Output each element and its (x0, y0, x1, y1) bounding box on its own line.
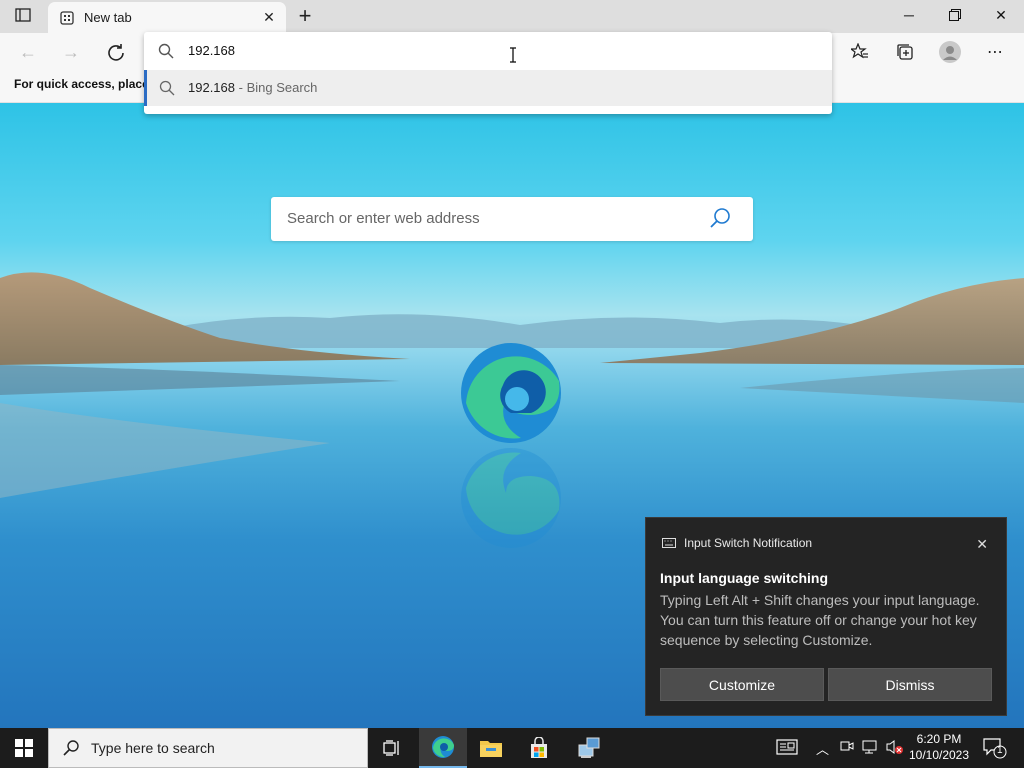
taskbar-search-placeholder: Type here to search (91, 740, 215, 756)
taskbar-file-explorer[interactable] (467, 728, 515, 768)
news-widget-icon (776, 739, 798, 755)
settings-more-button[interactable]: ⋯ (980, 38, 1010, 66)
suggestion-text: 192.168 - Bing Search (188, 80, 317, 95)
notification-app-name: Input Switch Notification (684, 536, 813, 550)
input-switch-notification: Input Switch Notification ✕ Input langua… (645, 517, 1007, 716)
search-icon[interactable] (709, 207, 731, 229)
refresh-button[interactable] (101, 38, 131, 66)
search-icon (63, 740, 79, 756)
speaker-icon (886, 740, 903, 754)
search-suggestion[interactable]: 192.168 - Bing Search (144, 70, 832, 106)
edge-logo (461, 343, 561, 443)
plus-icon: + (298, 3, 312, 28)
task-view-button[interactable] (368, 728, 416, 768)
edge-icon (432, 736, 454, 758)
suggestion-provider: Bing Search (246, 80, 318, 95)
search-icon (158, 43, 174, 59)
close-window-button[interactable]: ✕ (978, 0, 1024, 30)
folder-icon (480, 741, 502, 757)
minimize-icon: ─ (904, 7, 914, 23)
address-input-value[interactable]: 192.168 (188, 43, 235, 58)
text-cursor-icon (510, 47, 516, 63)
notification-count-badge: 1 (997, 745, 1003, 756)
tab-title: New tab (84, 10, 132, 25)
taskbar-search-box[interactable]: Type here to search (48, 728, 368, 768)
search-icon (159, 80, 175, 96)
network-tool-icon (578, 737, 600, 758)
notification-center-icon (983, 738, 1007, 759)
close-notification-icon[interactable]: ✕ (976, 536, 988, 553)
notification-body: Typing Left Alt + Shift changes your inp… (660, 592, 980, 648)
taskbar: Type here to search ︿ 6:20 PM 10/10/2023… (0, 728, 1024, 768)
keyboard-icon (662, 538, 676, 548)
monitor-network-icon (862, 740, 877, 754)
ntp-search-placeholder: Search or enter web address (287, 210, 480, 227)
task-view-icon (383, 740, 399, 756)
chevron-up-icon[interactable]: ︿ (816, 739, 829, 758)
suggestion-query: 192.168 (188, 80, 235, 95)
forward-button[interactable]: → (56, 38, 86, 66)
minimize-button[interactable]: ─ (886, 0, 932, 30)
network-status-icon[interactable] (862, 739, 880, 758)
taskbar-clock[interactable]: 6:20 PM 10/10/2023 (905, 731, 973, 763)
dismiss-button[interactable]: Dismiss (828, 668, 992, 701)
back-button[interactable]: ← (13, 38, 43, 66)
action-center-button[interactable] (983, 737, 1007, 762)
address-bar-dropdown: 192.168 192.168 - Bing Search (144, 32, 832, 114)
start-button[interactable] (0, 728, 48, 768)
volume-muted-icon[interactable] (886, 739, 904, 758)
restore-button[interactable] (932, 0, 978, 30)
refresh-icon (108, 44, 124, 61)
new-tab-page-icon (60, 10, 74, 25)
ntp-search-box[interactable]: Search or enter web address (271, 197, 753, 241)
customize-button[interactable]: Customize (660, 668, 824, 701)
tab-actions-icon (15, 8, 31, 22)
restore-icon (949, 9, 961, 21)
close-tab-icon[interactable]: ✕ (260, 8, 278, 26)
collections-icon (897, 44, 913, 60)
tab-new-tab[interactable]: New tab ✕ (48, 2, 286, 33)
address-bar[interactable]: 192.168 (144, 32, 832, 70)
taskbar-network-app[interactable] (565, 728, 613, 768)
taskbar-edge-app[interactable] (419, 728, 467, 768)
taskbar-store[interactable] (515, 728, 563, 768)
profile-button[interactable] (935, 38, 965, 66)
camera-icon (840, 741, 854, 751)
forward-arrow-icon: → (62, 41, 80, 62)
avatar-icon (939, 41, 961, 63)
meet-now-icon[interactable] (840, 739, 854, 756)
notification-header: Input Switch Notification (662, 536, 812, 550)
collections-button[interactable] (890, 38, 920, 66)
store-icon (531, 737, 547, 758)
back-arrow-icon: ← (19, 41, 37, 62)
more-options-icon: ⋯ (987, 44, 1003, 61)
favorites-button[interactable] (845, 38, 875, 66)
news-icon[interactable] (776, 739, 798, 758)
tab-actions-button[interactable] (0, 0, 46, 30)
star-list-icon (851, 43, 868, 59)
notification-title: Input language switching (660, 570, 828, 586)
suggestion-separator: - (235, 80, 247, 95)
close-icon: ✕ (995, 6, 1007, 23)
favorites-bar-hint: For quick access, place y (14, 77, 159, 91)
browser-title-bar: New tab ✕ + ─ ✕ (0, 0, 1024, 33)
clock-time: 6:20 PM (916, 732, 962, 746)
clock-date: 10/10/2023 (908, 748, 970, 762)
windows-logo-icon (15, 739, 33, 757)
new-tab-button[interactable]: + (292, 3, 318, 28)
